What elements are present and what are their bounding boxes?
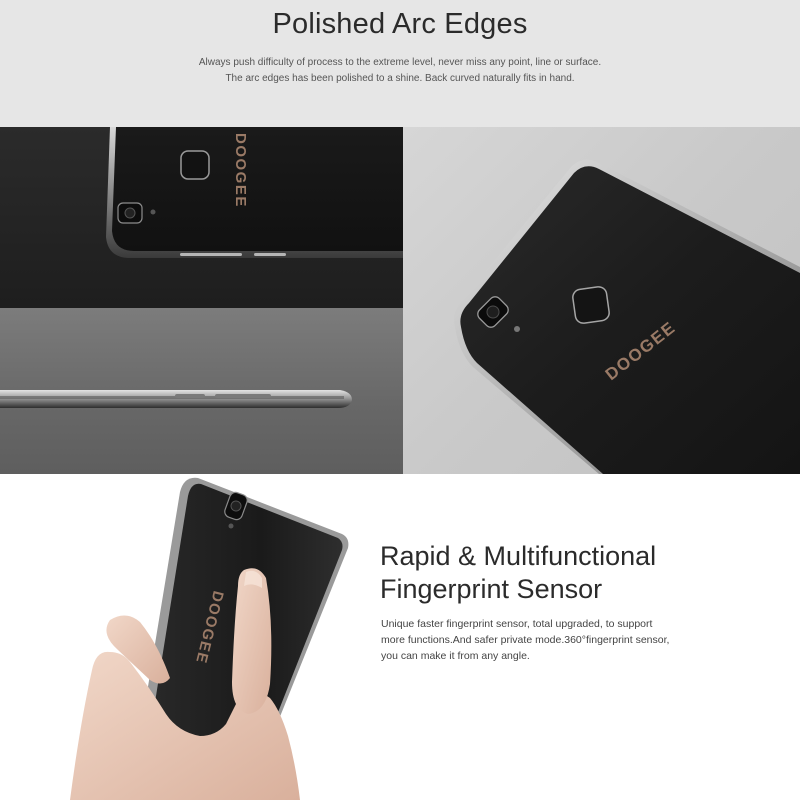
fingerprint-sensor-icon — [572, 286, 610, 324]
subtitle-line-2: The arc edges has been polished to a shi… — [225, 73, 575, 84]
volume-button — [180, 253, 242, 256]
feature-text-line-2: more functions.And safer private mode.36… — [381, 634, 670, 646]
feature-description: Unique faster fingerprint sensor, total … — [381, 616, 669, 664]
page-title: Polished Arc Edges — [272, 8, 528, 40]
feature-text-line-3: you can make it from any angle. — [381, 650, 530, 662]
flash-icon — [150, 209, 156, 215]
volume-button — [175, 394, 205, 398]
power-button — [254, 253, 286, 256]
flash-icon — [514, 326, 520, 332]
header-banner: Polished Arc Edges Always push difficult… — [0, 0, 800, 127]
feature-title-line-2: Fingerprint Sensor — [380, 574, 603, 604]
index-finger — [232, 568, 272, 714]
power-button — [215, 394, 271, 398]
feature-title: Rapid & Multifunctional Fingerprint Sens… — [380, 540, 656, 606]
doogee-logo: DOOGEE — [232, 133, 249, 208]
hand-holding-phone-image: DOOGEE — [70, 477, 349, 800]
feature-title-line-1: Rapid & Multifunctional — [380, 541, 657, 571]
photo-hand-holding-phone: DOOGEE — [0, 474, 370, 800]
flash-icon — [228, 523, 234, 529]
photo-phone-back-closeup: DOOGEE — [0, 127, 403, 308]
phone-side-profile-image — [0, 390, 352, 408]
photo-phone-back-tilted: DOOGEE — [403, 127, 800, 474]
phone-back-closeup-image: DOOGEE — [106, 127, 403, 258]
fingerprint-sensor-icon — [180, 150, 210, 180]
feature-text-line-1: Unique faster fingerprint sensor, total … — [381, 618, 653, 630]
page-subtitle: Always push difficulty of process to the… — [0, 55, 800, 87]
photo-phone-side-profile — [0, 308, 403, 474]
subtitle-line-1: Always push difficulty of process to the… — [198, 57, 602, 68]
phone-back-tilted-image: DOOGEE — [454, 159, 800, 474]
